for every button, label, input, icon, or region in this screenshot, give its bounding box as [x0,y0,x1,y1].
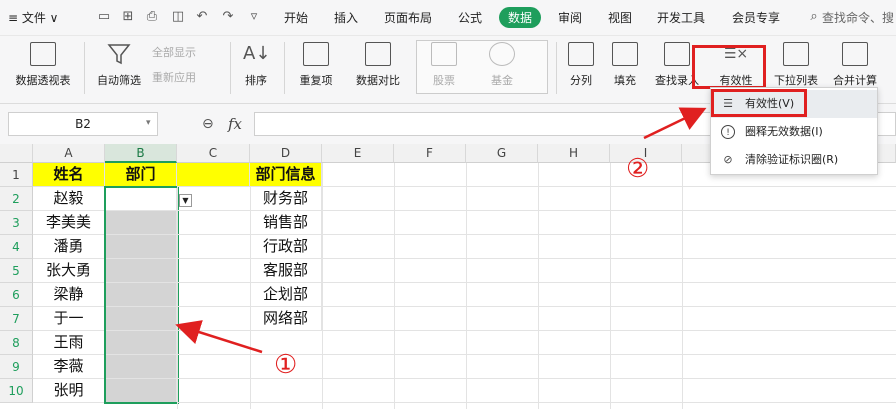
arrow-1 [175,320,263,354]
annotation-step-1: ① [274,350,298,380]
annotation-step-2: ② [626,154,650,184]
annotation-arrows [175,107,707,354]
arrow-2 [643,107,707,140]
